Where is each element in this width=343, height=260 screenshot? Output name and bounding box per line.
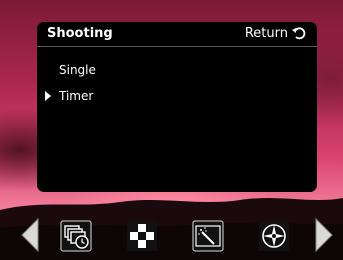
menu-title: Shooting xyxy=(47,26,113,41)
menu-item-single[interactable]: Single xyxy=(59,63,96,77)
shooting-menu-panel: Shooting Return Single Timer xyxy=(37,22,317,192)
selection-pointer-icon xyxy=(45,91,51,101)
drive-mode-timer-icon[interactable] xyxy=(60,220,92,252)
magic-wand-effect-icon[interactable] xyxy=(192,220,224,252)
return-button[interactable]: Return xyxy=(245,25,307,41)
white-balance-compass-icon[interactable] xyxy=(258,220,290,252)
previous-arrow-icon[interactable] xyxy=(20,217,40,253)
checkerboard-icon[interactable] xyxy=(126,220,158,252)
return-label: Return xyxy=(244,25,288,41)
menu-item-timer[interactable]: Timer xyxy=(59,89,93,103)
bottom-toolbar xyxy=(0,210,343,260)
next-arrow-icon[interactable] xyxy=(314,217,334,253)
menu-header: Shooting Return xyxy=(37,22,317,47)
return-icon xyxy=(292,27,306,40)
